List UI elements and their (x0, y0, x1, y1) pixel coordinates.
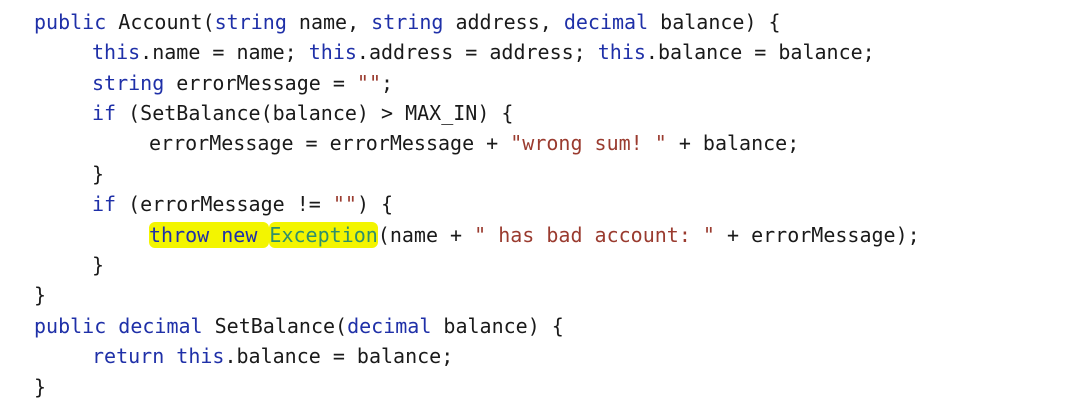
code-token: .balance = balance; (224, 344, 454, 368)
code-token: string (371, 10, 444, 34)
code-token: public (34, 10, 107, 34)
code-token: errorMessage = (164, 71, 357, 95)
code-token: address, (443, 10, 564, 34)
code-token: } (92, 253, 105, 277)
code-token: + balance; (666, 131, 800, 155)
code-token: public (34, 314, 107, 338)
code-token: errorMessage = errorMessage + (149, 131, 511, 155)
code-line-4: if (SetBalance(balance) > MAX_IN) { (92, 98, 513, 128)
code-token: decimal (118, 314, 203, 338)
code-line-11: public decimal SetBalance(decimal balanc… (34, 311, 564, 341)
code-line-13: } (34, 372, 46, 402)
code-token: balance) { (431, 314, 564, 338)
code-token: "" (356, 71, 381, 95)
code-line-2: this.name = name; this.address = address… (92, 37, 875, 67)
code-line-7: if (errorMessage != "") { (92, 189, 393, 219)
code-line-9: } (92, 250, 104, 280)
code-token: if (92, 192, 117, 216)
code-token: string (214, 10, 287, 34)
code-line-1: public Account(string name, string addre… (34, 7, 781, 37)
code-token: this (308, 40, 357, 64)
code-token: balance) { (648, 10, 781, 34)
code-view: public Account(string name, string addre… (0, 0, 1086, 418)
code-token: string (92, 71, 165, 95)
code-token: this (176, 344, 225, 368)
code-token: this (597, 40, 646, 64)
code-token: "" (332, 192, 357, 216)
highlighted-token: throw new (149, 222, 270, 248)
code-token: .balance = balance; (645, 40, 875, 64)
code-line-8: throw new Exception(name + " has bad acc… (149, 220, 920, 250)
code-token: (errorMessage != (116, 192, 333, 216)
code-token: decimal (563, 10, 649, 34)
code-token: .name = name; (140, 40, 309, 64)
code-token: decimal (347, 314, 432, 338)
code-token: (name + (377, 223, 475, 247)
code-token: } (34, 283, 47, 307)
code-token: SetBalance( (202, 314, 348, 338)
code-token: " has bad account: " (474, 223, 715, 247)
code-token: ) { (356, 192, 394, 216)
code-line-12: return this.balance = balance; (92, 341, 453, 371)
code-token: name, (286, 10, 372, 34)
code-token: this (92, 40, 141, 64)
code-token: if (92, 101, 117, 125)
code-token: return (92, 344, 165, 368)
code-token: .address = address; (356, 40, 598, 64)
code-token: + errorMessage); (714, 223, 920, 247)
code-token: ; (381, 71, 394, 95)
code-line-3: string errorMessage = ""; (92, 68, 393, 98)
code-token: } (34, 375, 47, 399)
code-line-10: } (34, 280, 46, 310)
code-token: "wrong sum! " (510, 131, 667, 155)
code-token: } (92, 162, 105, 186)
code-line-6: } (92, 159, 104, 189)
code-token: Account( (106, 10, 215, 34)
highlighted-token: Exception (269, 222, 378, 248)
code-token: (SetBalance(balance) > MAX_IN) { (116, 101, 514, 125)
code-line-5: errorMessage = errorMessage + "wrong sum… (149, 128, 799, 158)
